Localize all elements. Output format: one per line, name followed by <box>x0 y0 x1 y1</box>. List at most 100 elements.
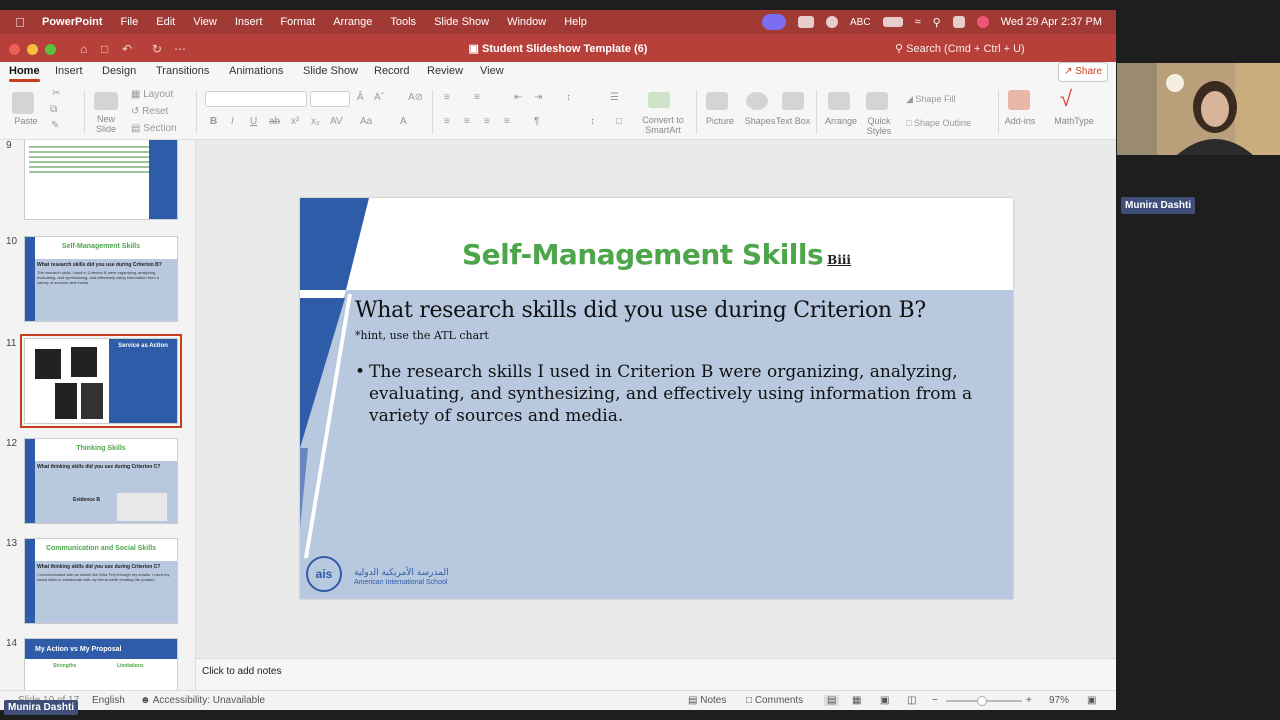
spotlight-icon[interactable]: ⚲ <box>933 16 941 29</box>
tab-slide-show[interactable]: Slide Show <box>303 65 358 77</box>
slideshow-view-icon[interactable]: ◫ <box>907 695 916 706</box>
numbering-icon[interactable]: ≡ <box>474 92 480 103</box>
shapes-icon[interactable] <box>746 92 768 110</box>
thumbnail-slide-12[interactable]: Thinking Skills What thinking skills did… <box>24 438 178 524</box>
text-box-label[interactable]: Text Box <box>774 116 812 126</box>
tab-design[interactable]: Design <box>102 65 136 77</box>
tab-review[interactable]: Review <box>427 65 463 77</box>
menu-edit[interactable]: Edit <box>147 16 184 28</box>
screen-share-icon[interactable] <box>762 14 787 30</box>
convert-smartart-label[interactable]: Convert to SmartArt <box>636 115 690 135</box>
apple-icon[interactable]:  <box>0 15 40 30</box>
wifi-icon[interactable]: ≈ <box>915 16 921 28</box>
battery-icon[interactable] <box>882 17 903 27</box>
picture-icon[interactable] <box>706 92 728 110</box>
shape-outline-button[interactable]: □ Shape Outline <box>906 118 971 128</box>
record-icon[interactable] <box>826 16 839 28</box>
search-field[interactable]: ⚲ Search (Cmd + Ctrl + U) <box>895 42 1025 55</box>
slide-question[interactable]: What research skills did you use during … <box>355 298 926 323</box>
font-color-icon[interactable]: A <box>400 116 407 127</box>
decrease-indent-icon[interactable]: ⇤ <box>514 92 522 103</box>
tab-insert[interactable]: Insert <box>55 65 83 77</box>
mathtype-icon[interactable]: √ <box>1060 86 1072 112</box>
comments-button[interactable]: □ Comments <box>746 695 803 706</box>
text-box-align-icon[interactable]: □ <box>616 116 622 127</box>
quick-styles-label[interactable]: Quick Styles <box>858 116 900 136</box>
thumbnail-slide-11[interactable]: Service as Action <box>20 334 182 428</box>
picture-label[interactable]: Picture <box>700 116 740 126</box>
menu-help[interactable]: Help <box>555 16 596 28</box>
font-size-select[interactable] <box>310 91 350 107</box>
smartart-icon[interactable] <box>648 92 670 108</box>
underline-icon[interactable]: U <box>250 116 257 127</box>
menu-format[interactable]: Format <box>271 16 324 28</box>
menubar-clock[interactable]: Wed 29 Apr 2:37 PM <box>1001 16 1102 28</box>
menu-view[interactable]: View <box>184 16 226 28</box>
align-center-icon[interactable]: ≡ <box>464 116 470 127</box>
new-slide-label[interactable]: New Slide <box>88 114 124 134</box>
bullets-icon[interactable]: ≡ <box>444 92 450 103</box>
layout-button[interactable]: ▦ Layout <box>131 89 173 100</box>
strikethrough-icon[interactable]: ab <box>269 116 280 127</box>
italic-icon[interactable]: I <box>231 116 234 127</box>
shape-fill-button[interactable]: ◢ Shape Fill <box>906 94 955 105</box>
columns-icon[interactable]: ☰ <box>610 92 619 103</box>
align-text-icon[interactable]: ↕ <box>590 116 595 127</box>
language-status[interactable]: English <box>92 695 125 706</box>
align-right-icon[interactable]: ≡ <box>484 116 490 127</box>
share-button[interactable]: ↗ Share <box>1058 62 1108 82</box>
tab-home[interactable]: Home <box>9 65 40 82</box>
text-direction-icon[interactable]: ¶ <box>534 116 539 127</box>
thumbnail-slide-14[interactable]: My Action vs My Proposal Strengths Limit… <box>24 638 178 690</box>
paste-label[interactable]: Paste <box>8 116 44 126</box>
justify-icon[interactable]: ≡ <box>504 116 510 127</box>
addins-label[interactable]: Add-ins <box>1002 116 1038 126</box>
slide-bullet[interactable]: • The research skills I used in Criterio… <box>355 361 975 427</box>
input-source[interactable]: ABC <box>850 17 871 28</box>
menu-arrange[interactable]: Arrange <box>324 16 381 28</box>
zoom-in-icon[interactable]: + <box>1026 695 1032 706</box>
section-button[interactable]: ▤ Section <box>131 123 177 134</box>
arrange-icon[interactable] <box>828 92 850 110</box>
clear-format-icon[interactable]: A⊘ <box>408 92 423 103</box>
current-slide[interactable]: Self-Management Skills Biii What research… <box>300 198 1013 599</box>
font-family-select[interactable] <box>205 91 307 107</box>
menu-insert[interactable]: Insert <box>226 16 272 28</box>
increase-font-icon[interactable]: Â <box>357 92 364 103</box>
slide-thumbnails-panel[interactable]: 9 10 Self-Management Skills What researc… <box>0 140 196 690</box>
notes-pane[interactable]: Click to add notes <box>196 658 1116 690</box>
reset-button[interactable]: ↺ Reset <box>131 106 168 117</box>
siri-icon[interactable] <box>976 16 989 28</box>
quick-styles-icon[interactable] <box>866 92 888 110</box>
menu-slide-show[interactable]: Slide Show <box>425 16 498 28</box>
cut-icon[interactable]: ✂ <box>52 88 60 99</box>
copy-icon[interactable]: ⧉ <box>50 104 57 115</box>
increase-indent-icon[interactable]: ⇥ <box>534 92 542 103</box>
accessibility-status[interactable]: ☻ Accessibility: Unavailable <box>140 695 265 706</box>
paste-icon[interactable] <box>12 92 34 114</box>
line-spacing-icon[interactable]: ↕ <box>566 92 571 103</box>
decrease-font-icon[interactable]: Aˇ <box>374 92 384 103</box>
menu-file[interactable]: File <box>112 16 148 28</box>
superscript-icon[interactable]: x² <box>291 116 299 127</box>
slide-hint[interactable]: *hint, use the ATL chart <box>355 329 489 342</box>
arrange-label[interactable]: Arrange <box>820 116 862 126</box>
reading-view-icon[interactable]: ▣ <box>880 695 889 706</box>
change-case-icon[interactable]: Aa <box>360 116 372 127</box>
subscript-icon[interactable]: x₂ <box>311 116 320 127</box>
addins-icon[interactable] <box>1008 90 1030 110</box>
menu-app[interactable]: PowerPoint <box>40 16 112 28</box>
normal-view-icon[interactable]: ▤ <box>824 695 840 706</box>
bold-icon[interactable]: B <box>210 116 217 127</box>
teams-icon[interactable] <box>798 16 815 28</box>
slide-title[interactable]: Self-Management Skills Biii <box>300 238 1013 271</box>
notes-button[interactable]: ▤ Notes <box>688 695 726 706</box>
text-box-icon[interactable] <box>782 92 804 110</box>
tab-view[interactable]: View <box>480 65 504 77</box>
thumbnail-slide-13[interactable]: Communication and Social Skills What thi… <box>24 538 178 624</box>
fit-slide-icon[interactable]: ▣ <box>1087 695 1096 706</box>
thumbnail-slide-10[interactable]: Self-Management Skills What research ski… <box>24 236 178 322</box>
menu-tools[interactable]: Tools <box>381 16 425 28</box>
tab-record[interactable]: Record <box>374 65 409 77</box>
format-painter-icon[interactable]: ✎ <box>51 120 59 131</box>
